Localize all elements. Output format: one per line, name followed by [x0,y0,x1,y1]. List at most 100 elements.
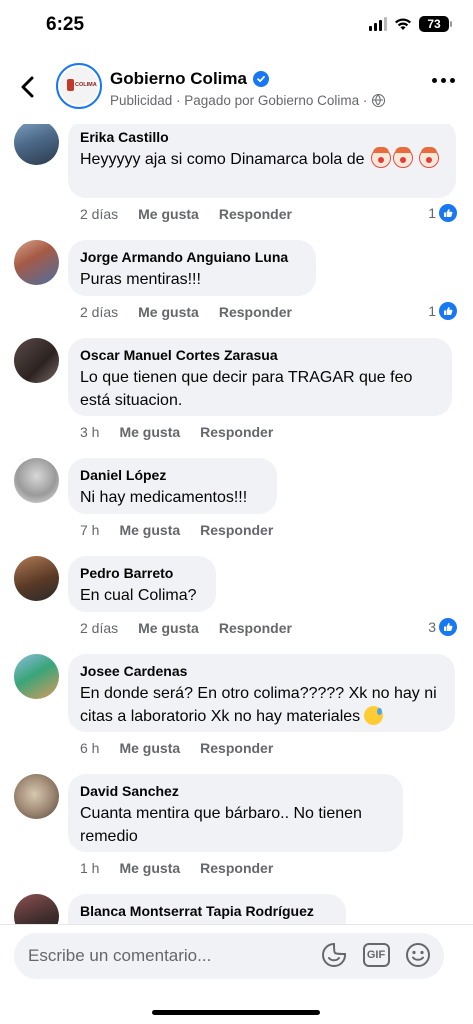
comment-text: En cual Colima? [80,587,197,604]
chevron-left-icon [21,76,34,98]
comment-author[interactable]: Pedro Barreto [80,564,204,582]
comment-text: Puras mentiras!!! [80,271,201,288]
like-button[interactable]: Me gusta [138,206,199,222]
comment-bubble[interactable]: Pedro Barreto En cual Colima? [68,556,216,612]
avatar[interactable] [14,774,59,819]
home-indicator[interactable] [152,1010,320,1015]
thumbs-up-icon [439,204,457,222]
verified-badge-icon [252,71,269,87]
comment-time[interactable]: 3 h [80,424,99,440]
gif-icon: GIF [362,943,390,967]
comment-text: En donde será? En otro colima????? Xk no… [80,682,443,728]
clown-emoji-icon [393,147,414,168]
status-time: 6:25 [46,14,85,35]
comment-text-content: En donde será? En otro colima????? Xk no… [80,685,437,725]
comment-author[interactable]: David Sanchez [80,782,391,800]
reaction-number: 3 [428,619,436,635]
sweat-smile-emoji-icon [364,706,384,725]
avatar[interactable] [14,894,59,924]
more-dots-icon [432,78,437,83]
comment-meta: 1 h Me gusta Responder [80,860,273,876]
comment-meta: 2 días Me gusta Responder [80,304,292,320]
comments-list[interactable]: Erika Castillo Heyyyyy aja si como Dinam… [0,124,473,924]
comment-time[interactable]: 2 días [80,620,118,636]
sticker-icon [322,942,346,967]
reply-button[interactable]: Responder [219,206,292,222]
avatar[interactable] [14,458,59,503]
comment-bubble[interactable]: Josee Cardenas En donde será? En otro co… [68,654,455,732]
reaction-count[interactable]: 1 [428,204,457,222]
page-avatar[interactable]: COLIMA [56,63,102,109]
avatar[interactable] [14,654,59,699]
comment-time[interactable]: 2 días [80,304,118,320]
comment-text: Ni hay medicamentos!!! [80,489,248,506]
comment-input[interactable]: Escribe un comentario... [28,946,211,966]
battery-indicator: 73 [419,16,452,32]
comment-time[interactable]: 7 h [80,522,99,538]
avatar[interactable] [14,338,59,383]
comment-text: Lo que tienen que decir para TRAGAR que … [80,369,413,409]
comment-meta: 2 días Me gusta Responder [80,620,292,636]
reply-button[interactable]: Responder [219,620,292,636]
clown-emoji-icon [371,147,392,168]
page-name[interactable]: Gobierno Colima [110,69,247,89]
comment-bubble[interactable]: David Sanchez Cuanta mentira que bárbaro… [68,774,403,852]
avatar[interactable] [14,556,59,601]
emoji-icon [406,943,430,967]
like-button[interactable]: Me gusta [138,620,199,636]
like-button[interactable]: Me gusta [119,740,180,756]
comment-time[interactable]: 2 días [80,206,118,222]
avatar-logo-text: COLIMA [75,82,97,88]
emoji-button[interactable] [404,941,432,969]
thumbs-up-icon [439,618,457,636]
comment-author[interactable]: Oscar Manuel Cortes Zarasua [80,346,440,364]
comment-meta: 3 h Me gusta Responder [80,424,273,440]
status-indicators: 73 [369,16,452,32]
globe-icon [372,94,386,107]
comment-bubble[interactable]: Erika Castillo Heyyyyy aja si como Dinam… [68,124,456,198]
clown-emoji-icon [419,147,440,168]
reaction-count[interactable]: 1 [428,302,457,320]
comment-time[interactable]: 6 h [80,740,99,756]
comment-time[interactable]: 1 h [80,860,99,876]
comment-bubble[interactable]: Daniel López Ni hay medicamentos!!! [68,458,277,514]
comment-meta: 6 h Me gusta Responder [80,740,273,756]
comment-text: Cuanta mentira que bárbaro.. No tienen r… [80,805,362,845]
reaction-count[interactable]: 3 [428,618,457,636]
avatar[interactable] [14,240,59,285]
comment-author[interactable]: Jorge Armando Anguiano Luna [80,248,304,266]
comment-bubble[interactable]: Oscar Manuel Cortes Zarasua Lo que tiene… [68,338,452,416]
like-button[interactable]: Me gusta [138,304,199,320]
reaction-number: 1 [428,205,436,221]
wifi-icon [395,18,411,30]
thumbs-up-icon [439,302,457,320]
sticker-button[interactable] [320,941,348,969]
comment-composer-area: Escribe un comentario... GIF [0,924,473,1024]
reaction-number: 1 [428,303,436,319]
cellular-signal-icon [369,17,387,31]
colima-logo-icon [67,79,74,91]
comment-author[interactable]: Josee Cardenas [80,662,443,680]
comment-meta: 2 días Me gusta Responder [80,206,292,222]
avatar[interactable] [14,124,59,165]
comment-author[interactable]: Erika Castillo [80,128,444,146]
comment-bubble[interactable]: Jorge Armando Anguiano Luna Puras mentir… [68,240,316,296]
page-name-row[interactable]: Gobierno Colima [110,69,269,89]
gif-button[interactable]: GIF [362,941,390,969]
reply-button[interactable]: Responder [200,740,273,756]
reply-button[interactable]: Responder [219,304,292,320]
like-button[interactable]: Me gusta [119,860,180,876]
like-button[interactable]: Me gusta [119,424,180,440]
comment-composer[interactable]: Escribe un comentario... GIF [14,933,444,979]
reply-button[interactable]: Responder [200,860,273,876]
comment-bubble[interactable]: Blanca Montserrat Tapia Rodríguez [68,894,346,924]
comment-meta: 7 h Me gusta Responder [80,522,273,538]
like-button[interactable]: Me gusta [119,522,180,538]
reply-button[interactable]: Responder [200,424,273,440]
back-button[interactable] [14,72,42,102]
more-options-button[interactable] [432,78,455,83]
reply-button[interactable]: Responder [200,522,273,538]
comment-author[interactable]: Daniel López [80,466,265,484]
sponsored-text: Publicidad · Pagado por Gobierno Colima … [110,93,368,108]
comment-author[interactable]: Blanca Montserrat Tapia Rodríguez [80,902,334,920]
